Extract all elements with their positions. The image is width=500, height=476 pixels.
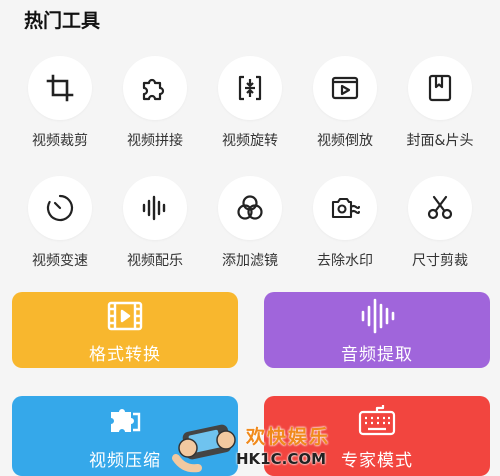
tool-circle — [408, 56, 472, 120]
filter-icon — [237, 195, 263, 220]
tool-circle — [313, 56, 377, 120]
tool-circle — [123, 56, 187, 120]
tool-label: 视频倒放 — [317, 133, 373, 149]
tool-label: 视频拼接 — [127, 133, 183, 149]
puzzle-icon — [142, 78, 165, 101]
tool-remove-watermark[interactable]: 去除水印 — [297, 176, 393, 270]
tool-video-rotate[interactable]: 视频旋转 — [202, 56, 298, 150]
tool-circle — [123, 176, 187, 240]
tool-circle — [408, 176, 472, 240]
tool-circle — [313, 176, 377, 240]
tool-label: 视频配乐 — [127, 253, 183, 269]
tool-label: 去除水印 — [317, 253, 373, 269]
tool-video-reverse[interactable]: 视频倒放 — [297, 56, 393, 150]
tool-video-music[interactable]: 视频配乐 — [107, 176, 203, 270]
gamer-hands-icon — [172, 424, 236, 473]
tool-circle — [218, 56, 282, 120]
card-label: 音频提取 — [341, 344, 413, 365]
tool-label: 添加滤镜 — [222, 253, 278, 269]
tool-circle — [28, 176, 92, 240]
scissors-icon — [427, 195, 453, 220]
camera-wave-icon — [331, 197, 360, 219]
speedometer-icon — [46, 194, 74, 222]
tool-label: 封面&片头 — [406, 133, 474, 149]
format-convert-card[interactable]: 格式转换 — [12, 292, 238, 368]
tool-label: 视频裁剪 — [32, 133, 88, 149]
audio-extract-card[interactable]: 音频提取 — [264, 292, 490, 368]
tool-label: 视频旋转 — [222, 133, 278, 149]
tool-video-crop[interactable]: 视频裁剪 — [12, 56, 108, 150]
watermark-line1: 欢快娱乐 — [246, 426, 331, 448]
section-title: 热门工具 — [24, 10, 101, 32]
tool-cover-intro[interactable]: 封面&片头 — [392, 56, 488, 150]
tool-label: 视频变速 — [32, 253, 88, 269]
watermark: 欢快娱乐 HK1C.COM — [170, 418, 340, 476]
tool-video-splice[interactable]: 视频拼接 — [107, 56, 203, 150]
rotate-icon — [238, 75, 262, 101]
compress-puzzle-icon — [111, 408, 141, 432]
tool-label: 尺寸剪裁 — [412, 253, 468, 269]
keyboard-icon — [358, 404, 396, 435]
tool-video-speed[interactable]: 视频变速 — [12, 176, 108, 270]
tool-circle — [218, 176, 282, 240]
tool-circle — [28, 56, 92, 120]
card-label: 专家模式 — [341, 450, 413, 471]
watermark-line2: HK1C.COM — [236, 450, 327, 468]
tool-add-filter[interactable]: 添加滤镜 — [202, 176, 298, 270]
film-icon — [107, 301, 143, 330]
bookmark-icon — [428, 74, 452, 102]
card-label: 格式转换 — [89, 344, 161, 365]
tool-size-crop[interactable]: 尺寸剪裁 — [392, 176, 488, 270]
reverse-play-icon — [331, 76, 359, 100]
audio-bars-icon — [361, 298, 395, 333]
sound-wave-icon — [142, 195, 166, 221]
crop-icon — [46, 74, 74, 102]
card-label: 视频压缩 — [89, 450, 161, 471]
